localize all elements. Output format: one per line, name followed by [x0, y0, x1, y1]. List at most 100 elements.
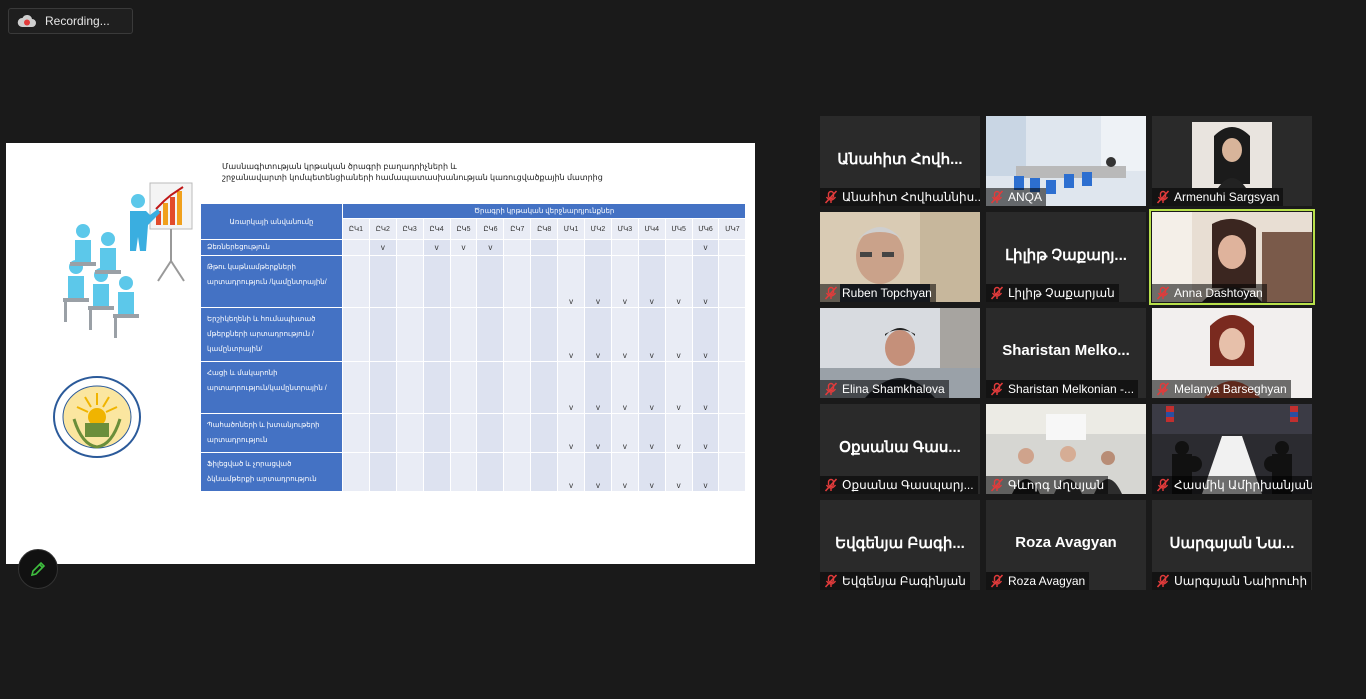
participant-tile[interactable]: Anna Dashtoyan — [1149, 209, 1315, 305]
outcome-code: ԸԿ2 — [368, 217, 397, 241]
matrix-cell — [530, 255, 559, 308]
subject-name: Ֆիլեցված և չորացված ձկնամթերքի արտադրութ… — [200, 452, 343, 492]
matrix-cell — [449, 307, 478, 362]
participant-name: ANQA — [1008, 190, 1043, 204]
matrix-cell: v — [584, 452, 612, 492]
participant-display-name: Օքսանա Գաս... — [839, 439, 961, 456]
matrix-cell — [530, 452, 559, 492]
participant-tile[interactable]: Սարգսյան Նա... Սարգսյան Նաիրուհի — [1152, 500, 1312, 590]
outcome-code: ԸԿ4 — [422, 217, 451, 241]
matrix-cell: v — [584, 255, 612, 308]
matrix-cell — [449, 413, 478, 453]
matrix-cell — [664, 239, 693, 256]
outcome-code: ՄԿ3 — [610, 217, 639, 241]
outcome-code: ՄԿ6 — [691, 217, 720, 241]
participant-tile[interactable]: Roza Avagyan Roza Avagyan — [986, 500, 1146, 590]
matrix-cell: v — [368, 239, 397, 256]
muted-mic-icon — [990, 190, 1004, 204]
participant-tile[interactable]: Հասմիկ Ամիրխանյան — [1152, 404, 1312, 494]
matrix-row: Ձեռներեցություն v v v v v — [200, 239, 747, 256]
matrix-cell: v — [637, 255, 666, 308]
matrix-cell — [557, 239, 586, 256]
matrix-row: Պահածոների և խտանյութերի արտադրություն v v… — [200, 413, 747, 453]
matrix-cell: v — [476, 239, 505, 256]
participant-tile[interactable]: Ruben Topchyan — [820, 212, 980, 302]
matrix-cell: v — [557, 307, 586, 362]
matrix-cell — [368, 452, 397, 492]
participant-tile[interactable]: Եվգենյա Բագի... Եվգենյա Բագինյան — [820, 500, 980, 590]
matrix-cell — [395, 413, 424, 453]
participant-tile[interactable]: Լիլիթ Չաքարյ... Լիլիթ Չաքարյան — [986, 212, 1146, 302]
matrix-cell — [342, 255, 370, 308]
participant-name: Armenuhi Sargsyan — [1174, 190, 1280, 204]
matrix-row: Երշիկեղենի և հումապխտած մթերքների արտադր… — [200, 307, 747, 362]
matrix-cell: v — [691, 361, 720, 414]
meeting-window: { "recording": { "label": "Recording..."… — [0, 0, 1366, 699]
participant-name: Anna Dashtoyan — [1174, 286, 1263, 300]
participant-name: Գևորգ Աղայան — [1008, 478, 1105, 492]
participant-name-label: Անահիտ Հովհաննիս... — [820, 188, 980, 206]
recording-indicator[interactable]: Recording... — [8, 8, 133, 34]
participant-name-label: Melanya Barseghyan — [1152, 380, 1291, 398]
muted-mic-icon — [824, 286, 838, 300]
outcome-code: ԸԿ6 — [476, 217, 505, 241]
participant-name-label: Եվգենյա Բագինյան — [820, 572, 970, 590]
outcome-code: ԸԿ8 — [530, 217, 559, 241]
matrix-cell — [449, 452, 478, 492]
muted-mic-icon — [824, 574, 838, 588]
slide-title: Մասնագիտության կրթական ծրագրի բաղադրիչնե… — [222, 162, 603, 182]
matrix-cell — [449, 255, 478, 308]
muted-mic-icon — [1156, 478, 1170, 492]
shared-slide: Մասնագիտության կրթական ծրագրի բաղադրիչնե… — [6, 143, 755, 564]
participant-tile[interactable]: ANQA — [986, 116, 1146, 206]
matrix-cell: v — [584, 307, 612, 362]
participant-tile[interactable]: Armenuhi Sargsyan — [1152, 116, 1312, 206]
participant-tile[interactable]: Օքսանա Գաս... Օքսանա Գասպարյ... — [820, 404, 980, 494]
matrix-cell — [718, 307, 747, 362]
competency-matrix-table: Առարկայի անվանումը Ծրագրի կրթական վերջնա… — [200, 203, 747, 492]
participant-tile[interactable]: Elina Shamkhalova — [820, 308, 980, 398]
outcome-code: ԸԿ3 — [395, 217, 424, 241]
matrix-cell — [395, 255, 424, 308]
recording-label: Recording... — [45, 14, 110, 28]
matrix-cell — [503, 239, 532, 256]
subject-name: Հացի և մակարոնի արտադրություն/կամընտրայի… — [200, 361, 343, 414]
outcome-code: ՄԿ5 — [664, 217, 693, 241]
muted-mic-icon — [990, 478, 1004, 492]
participant-tile[interactable]: Sharistan Melko... Sharistan Melkonian -.… — [986, 308, 1146, 398]
subject-name: Պահածոների և խտանյութերի արտադրություն — [200, 413, 343, 453]
matrix-cell — [476, 307, 505, 362]
matrix-cell: v — [691, 452, 720, 492]
matrix-cell — [476, 255, 505, 308]
participant-tile[interactable]: Գևորգ Աղայան — [986, 404, 1146, 494]
matrix-cell — [530, 239, 559, 256]
subject-name: Ձեռներեցություն — [200, 239, 343, 256]
participant-tile[interactable]: Melanya Barseghyan — [1152, 308, 1312, 398]
muted-mic-icon — [824, 478, 838, 492]
matrix-cell — [476, 413, 505, 453]
matrix-cell: v — [610, 255, 639, 308]
participant-name: Օքսանա Գասպարյ... — [842, 478, 974, 492]
matrix-cell — [476, 361, 505, 414]
participant-display-name: Sharistan Melko... — [1002, 342, 1130, 359]
outcome-code: ԸԿ7 — [503, 217, 532, 241]
matrix-cell — [368, 361, 397, 414]
matrix-cell: v — [664, 361, 693, 414]
participant-tile[interactable]: Անահիտ Հովհ... Անահիտ Հովհաննիս... — [820, 116, 980, 206]
matrix-cell — [342, 413, 370, 453]
matrix-cell — [503, 361, 532, 414]
presentation-illustration-icon — [63, 182, 193, 338]
matrix-cell — [610, 239, 639, 256]
matrix-cell: v — [584, 413, 612, 453]
subject-name: Երշիկեղենի և հումապխտած մթերքների արտադր… — [200, 307, 343, 362]
annotate-button[interactable] — [18, 549, 58, 589]
matrix-cell: v — [637, 361, 666, 414]
matrix-cell: v — [691, 307, 720, 362]
matrix-row: Թթու կաթնամթերքների արտադրություն /կամըն… — [200, 255, 747, 308]
participant-name: Հասմիկ Ամիրխանյան — [1174, 478, 1312, 492]
matrix-cell: v — [557, 413, 586, 453]
outcome-code: ՄԿ1 — [557, 217, 586, 241]
participant-name-label: Հասմիկ Ամիրխանյան — [1152, 476, 1312, 494]
matrix-cell — [422, 255, 451, 308]
muted-mic-icon — [990, 574, 1004, 588]
